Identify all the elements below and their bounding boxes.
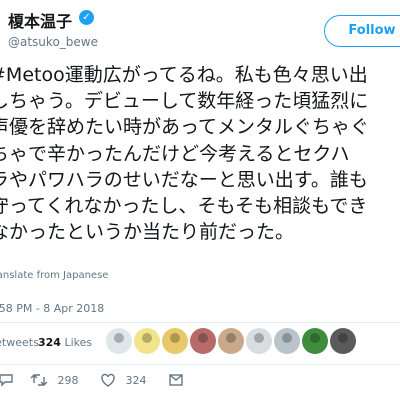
like-count: 324 [125,373,147,387]
reply-icon [0,374,13,387]
retweets-label: Retweets [0,336,39,349]
follow-button[interactable]: Follow [324,15,400,47]
reply-button[interactable] [0,372,14,388]
avatar[interactable] [330,328,356,354]
retweet-count: 298 [57,373,79,387]
message-button[interactable] [168,372,184,388]
tweet-text: #Metoo運動広がってるね。私も色々思い出 しちゃう。デビューして数年経った頃… [0,62,400,245]
avatar[interactable] [274,328,300,354]
avatar[interactable] [218,328,244,354]
tweet-line: ラやパワハラのせいだなーと思い出す。誰も [0,168,368,191]
action-bar: 298 324 [0,370,400,398]
likers-avatars [106,328,356,356]
retweets-stat[interactable]: Retweets [0,336,39,349]
message-icon [169,374,183,386]
likes-label: Likes [64,336,93,349]
tweet-line: ちゃで辛かったんだけど今考えるとセクハ [0,142,350,165]
avatar[interactable] [302,328,328,354]
user-handle[interactable]: @atsuko_bewe [8,35,98,49]
verified-badge-icon: ✓ [79,10,94,25]
avatar[interactable] [246,328,272,354]
divider [0,364,400,365]
tweet-timestamp[interactable]: 6:58 PM - 8 Apr 2018 [0,302,104,315]
tweet-line: #Metoo運動広がってるね。私も色々思い出 [0,64,368,86]
avatar[interactable] [106,328,132,354]
translate-link[interactable]: Translate from Japanese [0,270,108,281]
avatar[interactable] [190,328,216,354]
like-button[interactable]: 324 [100,372,147,388]
likes-stat[interactable]: 324 Likes [38,336,92,349]
avatar[interactable] [162,328,188,354]
retweet-icon [30,374,48,386]
tweet-line: 声優を辞めたい時があってメンタルぐちゃぐ [0,116,370,139]
retweet-button[interactable]: 298 [30,372,79,388]
display-name[interactable]: 榎本温子 [8,8,72,32]
tweet-line: 守ってくれなかったし、そもそも相談もでき [0,195,368,218]
likes-count: 324 [38,336,61,349]
tweet-line: しちゃう。デビューして数年経った頃猛烈に [0,90,369,113]
like-icon [101,373,115,387]
divider [0,322,400,323]
avatar[interactable] [134,328,160,354]
tweet-line: なかったというか当たり前だった。 [0,221,295,244]
